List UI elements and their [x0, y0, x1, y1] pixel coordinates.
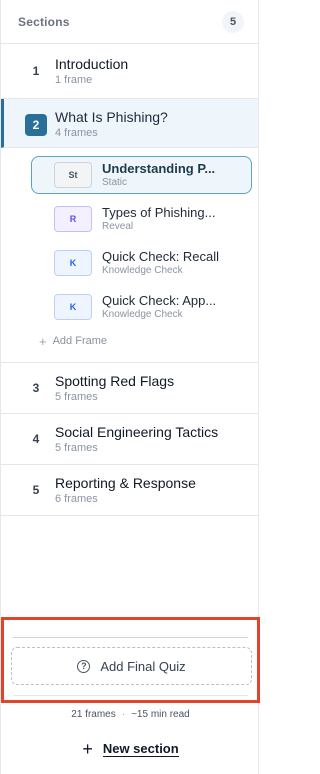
- section-item-social-engineering[interactable]: 4 Social Engineering Tactics 5 frames: [1, 414, 258, 465]
- plus-icon: +: [82, 739, 93, 759]
- read-time: ~15 min read: [131, 708, 190, 720]
- section-item-introduction[interactable]: 1 Introduction 1 frame: [1, 44, 258, 99]
- section-number: 5: [32, 483, 40, 497]
- add-final-quiz-label: Add Final Quiz: [100, 658, 186, 674]
- frame-item-understanding[interactable]: St Understanding P... Static: [31, 156, 252, 194]
- section-item-spotting-red-flags[interactable]: 3 Spotting Red Flags 5 frames: [1, 363, 258, 414]
- section-frame-count: 5 frames: [55, 442, 98, 454]
- section-number: 3: [32, 381, 40, 395]
- reveal-frame-icon: R: [54, 206, 92, 232]
- section-number: 4: [32, 432, 40, 446]
- sections-header: Sections 5: [1, 0, 258, 44]
- frame-item-quick-check-apply[interactable]: K Quick Check: App... Knowledge Check: [31, 288, 252, 326]
- section-number: 1: [32, 64, 40, 78]
- frame-type: Knowledge Check: [102, 309, 183, 320]
- sections-panel: Sections 5 1 Introduction 1 frame 2 What…: [0, 0, 260, 774]
- plus-icon: +: [39, 333, 47, 349]
- frame-name: Quick Check: App...: [102, 293, 217, 308]
- question-circle-icon: ?: [77, 659, 91, 673]
- frame-name: Types of Phishing...: [102, 205, 216, 220]
- total-frames: 21 frames: [71, 708, 116, 720]
- course-stats: 21 frames · ~15 min read: [1, 706, 260, 722]
- section-frame-count: 4 frames: [55, 127, 98, 139]
- section-name: Spotting Red Flags: [55, 373, 175, 389]
- add-frame-button[interactable]: + Add Frame: [39, 332, 258, 350]
- sections-title: Sections: [18, 14, 70, 29]
- section-number: 2: [25, 114, 47, 136]
- section-frame-count: 6 frames: [55, 493, 98, 505]
- final-quiz-area: ? Add Final Quiz: [1, 617, 260, 703]
- frame-list: St Understanding P... Static R Types of …: [1, 148, 258, 363]
- frame-type: Knowledge Check: [102, 265, 183, 276]
- section-name: Social Engineering Tactics: [55, 424, 219, 440]
- new-section-button[interactable]: + New section: [1, 738, 260, 760]
- knowledge-check-icon: K: [54, 294, 92, 320]
- frame-name: Quick Check: Recall: [102, 249, 220, 264]
- frame-type: Reveal: [102, 221, 134, 232]
- new-section-label: New section: [102, 741, 179, 757]
- add-final-quiz-button[interactable]: ? Add Final Quiz: [11, 647, 252, 685]
- section-item-reporting-response[interactable]: 5 Reporting & Response 6 frames: [1, 465, 258, 516]
- frame-type: Static: [102, 177, 128, 188]
- section-name: Introduction: [55, 56, 129, 72]
- add-frame-label: Add Frame: [52, 335, 108, 347]
- section-name: What Is Phishing?: [55, 109, 168, 125]
- static-frame-icon: St: [54, 162, 92, 188]
- frame-name: Understanding P...: [102, 161, 216, 176]
- sections-count-badge: 5: [222, 10, 244, 33]
- frame-item-quick-check-recall[interactable]: K Quick Check: Recall Knowledge Check: [31, 244, 252, 282]
- divider: [13, 695, 248, 696]
- section-item-what-is-phishing[interactable]: 2 What Is Phishing? 4 frames: [1, 99, 258, 148]
- section-frame-count: 1 frame: [55, 74, 93, 86]
- section-frame-count: 5 frames: [55, 391, 98, 403]
- knowledge-check-icon: K: [54, 250, 92, 276]
- stats-separator: ·: [121, 708, 126, 720]
- section-name: Reporting & Response: [55, 475, 196, 491]
- frame-item-types-of-phishing[interactable]: R Types of Phishing... Reveal: [31, 200, 252, 238]
- divider: [13, 637, 248, 638]
